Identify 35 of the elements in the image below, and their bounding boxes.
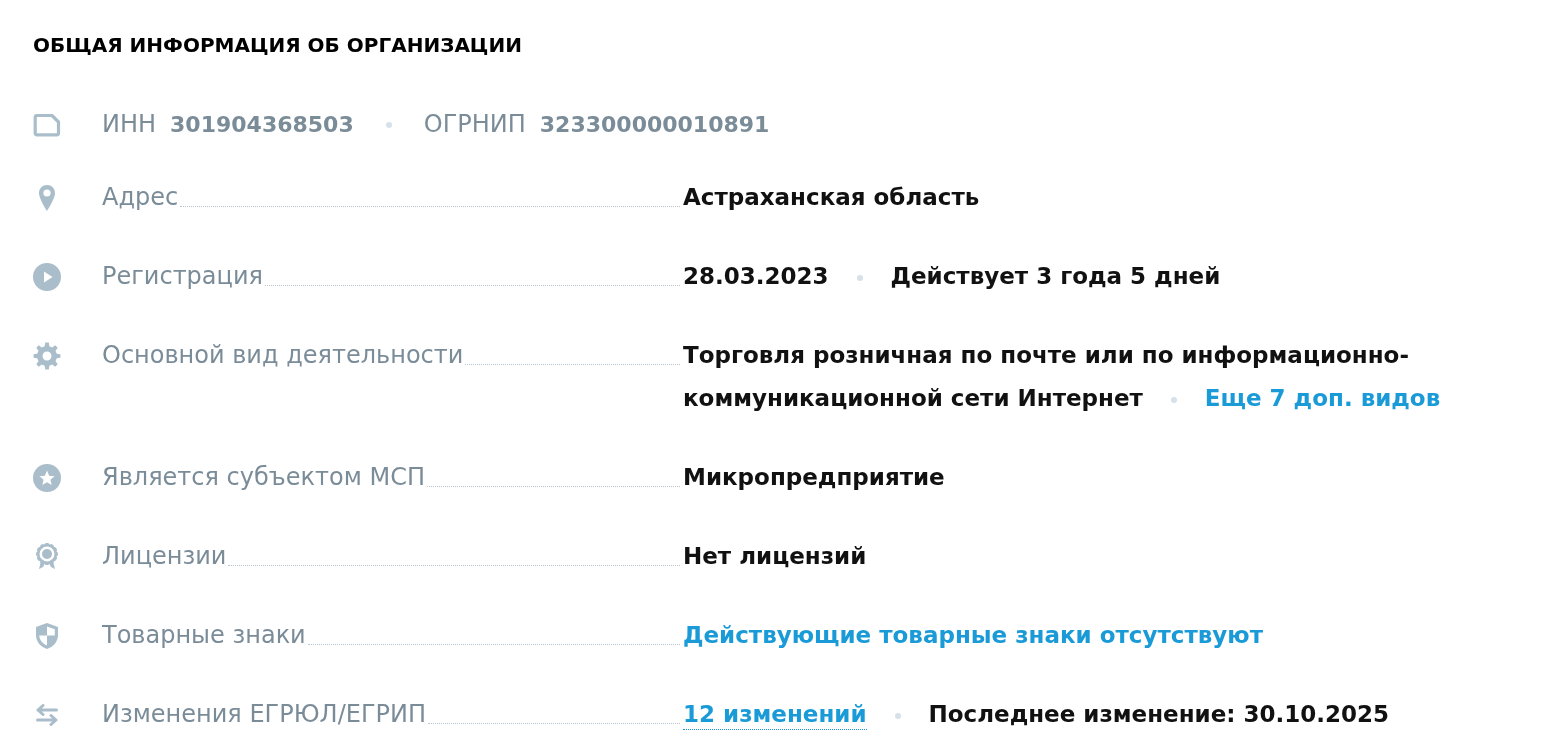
value-link[interactable]: Еще 7 доп. видов: [1204, 383, 1441, 414]
play-icon: [33, 262, 61, 291]
id-label: ИНН: [102, 109, 157, 140]
shield-icon: [35, 621, 59, 650]
field-value: Торговля розничная по почте или по информационно-: [683, 342, 1409, 368]
bullet-icon: [856, 274, 863, 281]
value-link[interactable]: Действующие товарные знаки отсутствуют: [683, 620, 1263, 651]
star-icon: [33, 463, 61, 492]
bullet-icon: [1170, 396, 1177, 403]
field-label: Регистрация: [102, 261, 263, 292]
field-label: Изменения ЕГРЮЛ/ЕГРИП: [102, 699, 426, 730]
field-label: Товарные знаки: [102, 620, 306, 651]
field-value: Действует 3 года 5 дней: [890, 263, 1221, 289]
location-pin-icon: [38, 183, 56, 212]
bullet-icon: [894, 712, 901, 719]
id-label: ОГРНИП: [423, 109, 526, 140]
id-value: 301904368503: [170, 111, 354, 139]
field-value: 28.03.2023: [683, 263, 829, 289]
section-title: ОБЩАЯ ИНФОРМАЦИЯ ОБ ОРГАНИЗАЦИИ: [33, 33, 522, 57]
value-link[interactable]: 12 изменений: [683, 699, 867, 730]
field-label: Является субъектом МСП: [102, 462, 425, 493]
field-value: Микропредприятие: [683, 464, 945, 490]
swap-arrows-icon: [35, 703, 59, 726]
field-label: Адрес: [102, 182, 179, 213]
field-value: Последнее изменение: 30.10.2025: [928, 701, 1389, 727]
field-label: Основной вид деятельности: [102, 340, 464, 371]
field-value: коммуникационной сети Интернет: [683, 385, 1143, 411]
gear-icon: [33, 341, 61, 370]
document-icon: [33, 112, 61, 137]
field-value: Астраханская область: [683, 184, 980, 210]
field-value: Нет лицензий: [683, 543, 867, 569]
bullet-icon: [385, 121, 392, 128]
rosette-icon: [35, 543, 59, 570]
id-value: 323300000010891: [539, 111, 770, 139]
field-label: Лицензии: [102, 541, 227, 572]
